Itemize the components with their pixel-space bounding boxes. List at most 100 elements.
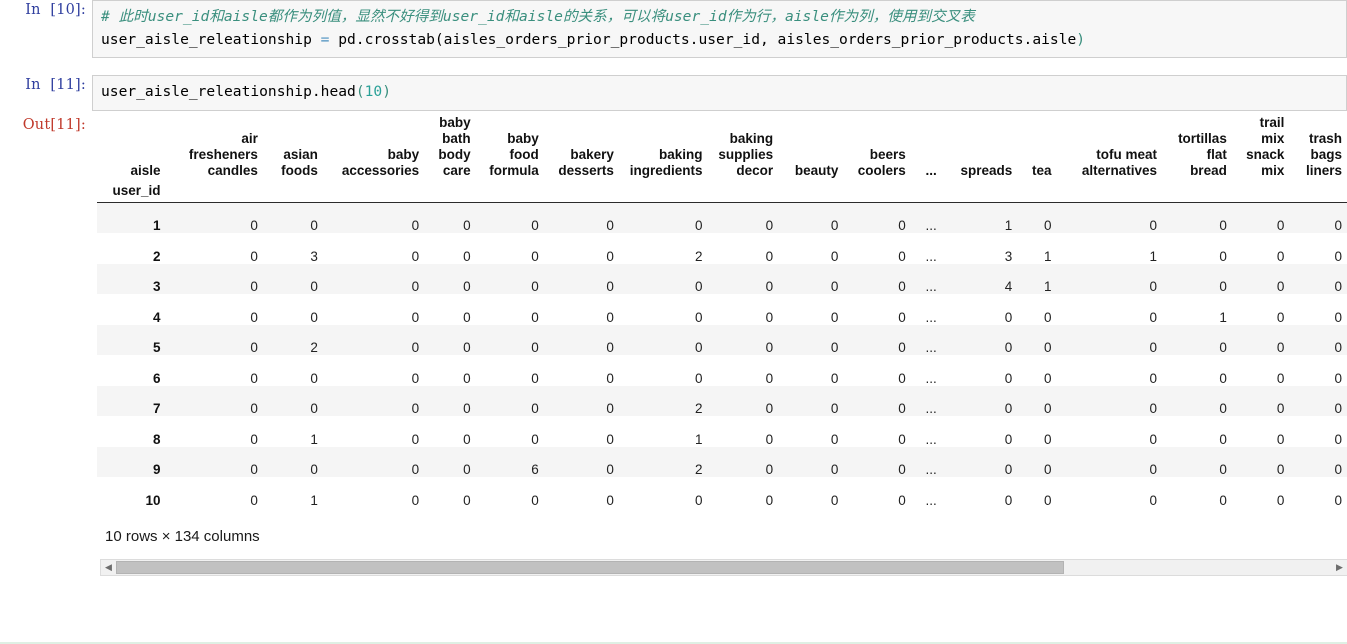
table-cell: 0 bbox=[1276, 462, 1285, 478]
table-cell: 1 bbox=[695, 431, 703, 447]
table-cell: 0 bbox=[463, 248, 471, 264]
table-cell: 0 bbox=[250, 309, 258, 325]
table-cell: 0 bbox=[1043, 218, 1052, 234]
table-cell: 1 bbox=[310, 492, 318, 508]
table-cell: 0 bbox=[1276, 401, 1285, 417]
table-cell: 0 bbox=[310, 279, 318, 295]
table-cell: 0 bbox=[1004, 431, 1013, 447]
table-cell: 0 bbox=[411, 309, 420, 325]
table-cell: 0 bbox=[531, 248, 539, 264]
table-cell: 0 bbox=[531, 340, 539, 356]
table-cell: 0 bbox=[1334, 492, 1342, 508]
column-header-row: aisle air fresheners candles asian foods ba… bbox=[97, 115, 1347, 183]
row-index-cell: 1 bbox=[153, 218, 161, 234]
table-cell: 0 bbox=[765, 431, 774, 447]
table-cell: 0 bbox=[765, 401, 774, 417]
header-cell: baby food formula bbox=[489, 130, 539, 178]
index-name-blank bbox=[844, 183, 911, 203]
table-cell: 0 bbox=[1219, 431, 1227, 447]
table-cell: 0 bbox=[531, 401, 539, 417]
table-cell: 0 bbox=[1149, 279, 1157, 295]
table-row: 10 0 1 0 0 0 0 0 0 0 0... 0 0 0 0 0 0 bbox=[97, 477, 1347, 508]
table-cell: 1 bbox=[1219, 309, 1227, 325]
table-cell: 0 bbox=[1334, 462, 1342, 478]
table-cell: 0 bbox=[1334, 279, 1342, 295]
table-cell: 0 bbox=[898, 309, 906, 325]
table-cell: 0 bbox=[765, 462, 774, 478]
table-cell: 0 bbox=[606, 431, 614, 447]
code-expression-head: user_aisle_releationship.head bbox=[101, 83, 356, 101]
header-cell-aisle: aisle bbox=[130, 162, 161, 178]
table-row: 3 0 0 0 0 0 0 0 0 0 0... 4 1 0 0 0 0 bbox=[97, 263, 1347, 295]
index-name-row: user_id bbox=[97, 183, 1347, 203]
table-row: 5 0 2 0 0 0 0 0 0 0 0... 0 0 0 0 0 0 bbox=[97, 324, 1347, 356]
table-cell: 0 bbox=[531, 370, 539, 386]
code-cell-11: In [11]: user_aisle_releationship.head(1… bbox=[0, 75, 1347, 111]
scroll-right-arrow-icon[interactable]: ▶ bbox=[1332, 560, 1347, 575]
header-cell: baby accessories bbox=[341, 146, 420, 178]
table-cell: 0 bbox=[531, 218, 539, 234]
scroll-left-arrow-icon[interactable]: ◀ bbox=[101, 560, 116, 575]
table-cell: 0 bbox=[606, 248, 614, 264]
comment-text: # 此时user_id和aisle都作为列值，显然不好得到user_id和ais… bbox=[101, 8, 975, 25]
code-line-crosstab: user_aisle_releationship = pd.crosstab(a… bbox=[101, 29, 1338, 52]
index-name-blank bbox=[1163, 183, 1233, 203]
table-cell: 0 bbox=[1043, 431, 1052, 447]
index-name-blank bbox=[425, 183, 477, 203]
scrollbar-thumb[interactable] bbox=[116, 560, 1065, 574]
table-cell: 0 bbox=[1276, 248, 1285, 264]
table-cell: 0 bbox=[1219, 218, 1227, 234]
dataframe-table: aisle air fresheners candles asian foods ba… bbox=[97, 115, 1347, 508]
table-cell: 0 bbox=[250, 401, 258, 417]
header-cell: bakery desserts bbox=[558, 146, 614, 178]
table-cell: 0 bbox=[1004, 309, 1013, 325]
table-cell: 0 bbox=[830, 462, 839, 478]
code-editor-11[interactable]: user_aisle_releationship.head(10) bbox=[92, 75, 1347, 111]
table-cell: 0 bbox=[898, 462, 906, 478]
header-cell: beers coolers bbox=[857, 146, 906, 178]
index-name-blank bbox=[264, 183, 324, 203]
index-name-blank bbox=[477, 183, 545, 203]
table-cell: 0 bbox=[463, 462, 471, 478]
dataframe-scroll-container[interactable]: aisle air fresheners candles asian foods ba… bbox=[97, 115, 1347, 508]
horizontal-scrollbar[interactable]: ◀ ▶ bbox=[100, 558, 1347, 576]
table-cell: 0 bbox=[1043, 370, 1052, 386]
scrollbar-track[interactable] bbox=[116, 560, 1332, 575]
header-cell: tofu meat alternatives bbox=[1081, 146, 1157, 178]
table-cell: 0 bbox=[310, 401, 318, 417]
table-cell: ... bbox=[925, 462, 937, 478]
notebook-page: In [10]: # 此时user_id和aisle都作为列值，显然不好得到us… bbox=[0, 0, 1347, 644]
table-cell: 0 bbox=[1334, 218, 1342, 234]
index-name-blank bbox=[1233, 183, 1291, 203]
table-cell: 0 bbox=[1219, 401, 1227, 417]
index-name-blank bbox=[1018, 183, 1057, 203]
table-cell: 0 bbox=[898, 431, 906, 447]
table-cell: 0 bbox=[606, 401, 614, 417]
table-cell: 0 bbox=[1334, 370, 1342, 386]
table-cell: 0 bbox=[695, 340, 703, 356]
table-cell: 0 bbox=[250, 279, 258, 295]
code-line-head: user_aisle_releationship.head(10) bbox=[101, 81, 1338, 104]
table-cell: ... bbox=[925, 431, 937, 447]
table-cell: 0 bbox=[250, 462, 258, 478]
index-name-cell: user_id bbox=[112, 182, 161, 198]
table-cell: 0 bbox=[606, 370, 614, 386]
table-cell: 0 bbox=[250, 218, 258, 234]
table-row: 6 0 0 0 0 0 0 0 0 0 0... 0 0 0 0 0 0 bbox=[97, 355, 1347, 386]
table-cell: 0 bbox=[898, 401, 906, 417]
table-cell: 0 bbox=[695, 370, 703, 386]
code-editor-10[interactable]: # 此时user_id和aisle都作为列值，显然不好得到user_id和ais… bbox=[92, 0, 1347, 59]
table-cell: 0 bbox=[1043, 401, 1052, 417]
dataframe-shape: 10 rows × 134 columns bbox=[105, 527, 260, 545]
table-cell: 0 bbox=[830, 401, 839, 417]
table-row: 9 0 0 0 0 6 0 2 0 0 0... 0 0 0 0 0 0 bbox=[97, 446, 1347, 478]
table-cell: 0 bbox=[310, 218, 318, 234]
table-cell: 0 bbox=[606, 218, 614, 234]
table-cell: 1 bbox=[1004, 218, 1013, 234]
table-cell: 0 bbox=[250, 340, 258, 356]
table-cell: 0 bbox=[830, 248, 839, 264]
table-cell: 0 bbox=[1004, 462, 1013, 478]
table-cell: 0 bbox=[411, 340, 420, 356]
table-cell: 0 bbox=[695, 279, 703, 295]
table-cell: 0 bbox=[411, 279, 420, 295]
